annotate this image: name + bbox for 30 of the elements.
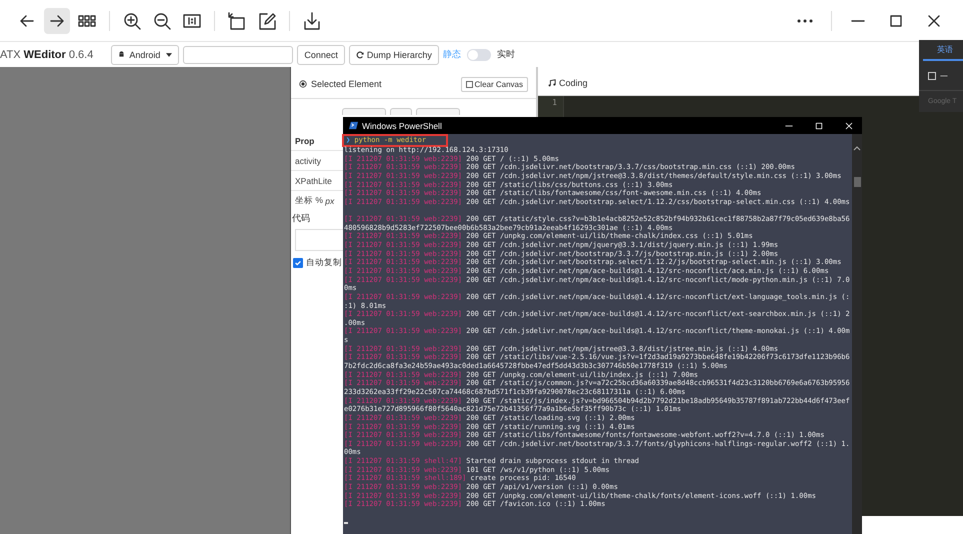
platform-dropdown[interactable]: Android	[111, 44, 180, 64]
dump-hierarchy-button[interactable]: Dump Hierarchy	[348, 44, 439, 64]
panel-title: Selected Element	[311, 79, 382, 89]
app-title: ATX WEditor 0.6.4	[0, 48, 94, 60]
target-icon	[299, 80, 307, 88]
panel-title: Coding	[559, 78, 588, 88]
android-icon	[118, 51, 126, 58]
code-label: 代码	[291, 212, 310, 225]
checkbox[interactable]	[293, 258, 303, 268]
option-label: 一	[940, 70, 948, 82]
checkbox[interactable]	[928, 72, 936, 80]
music-note-icon	[548, 79, 556, 87]
mode-switch[interactable]	[466, 48, 491, 60]
checkbox-label: 自动复制	[306, 257, 342, 269]
forward-icon[interactable]	[44, 8, 70, 34]
window-title: Windows PowerShell	[362, 120, 442, 130]
terminal-icon	[349, 121, 358, 130]
scroll-up-icon[interactable]	[853, 146, 861, 151]
connect-button[interactable]: Connect	[297, 44, 345, 64]
scrollbar[interactable]	[852, 134, 862, 534]
text-cursor	[344, 522, 348, 524]
live-label[interactable]: 实时	[496, 48, 515, 61]
line-number: 1	[551, 97, 558, 107]
caret-icon	[166, 52, 172, 56]
table-cell-text: Prop	[294, 134, 316, 148]
clear-canvas-button[interactable]: Clear Canvas	[460, 76, 528, 92]
device-field[interactable]	[183, 46, 294, 64]
language-tab[interactable]: 英语	[923, 40, 963, 61]
refresh-icon	[356, 50, 364, 58]
scrollbar-thumb[interactable]	[854, 177, 860, 187]
